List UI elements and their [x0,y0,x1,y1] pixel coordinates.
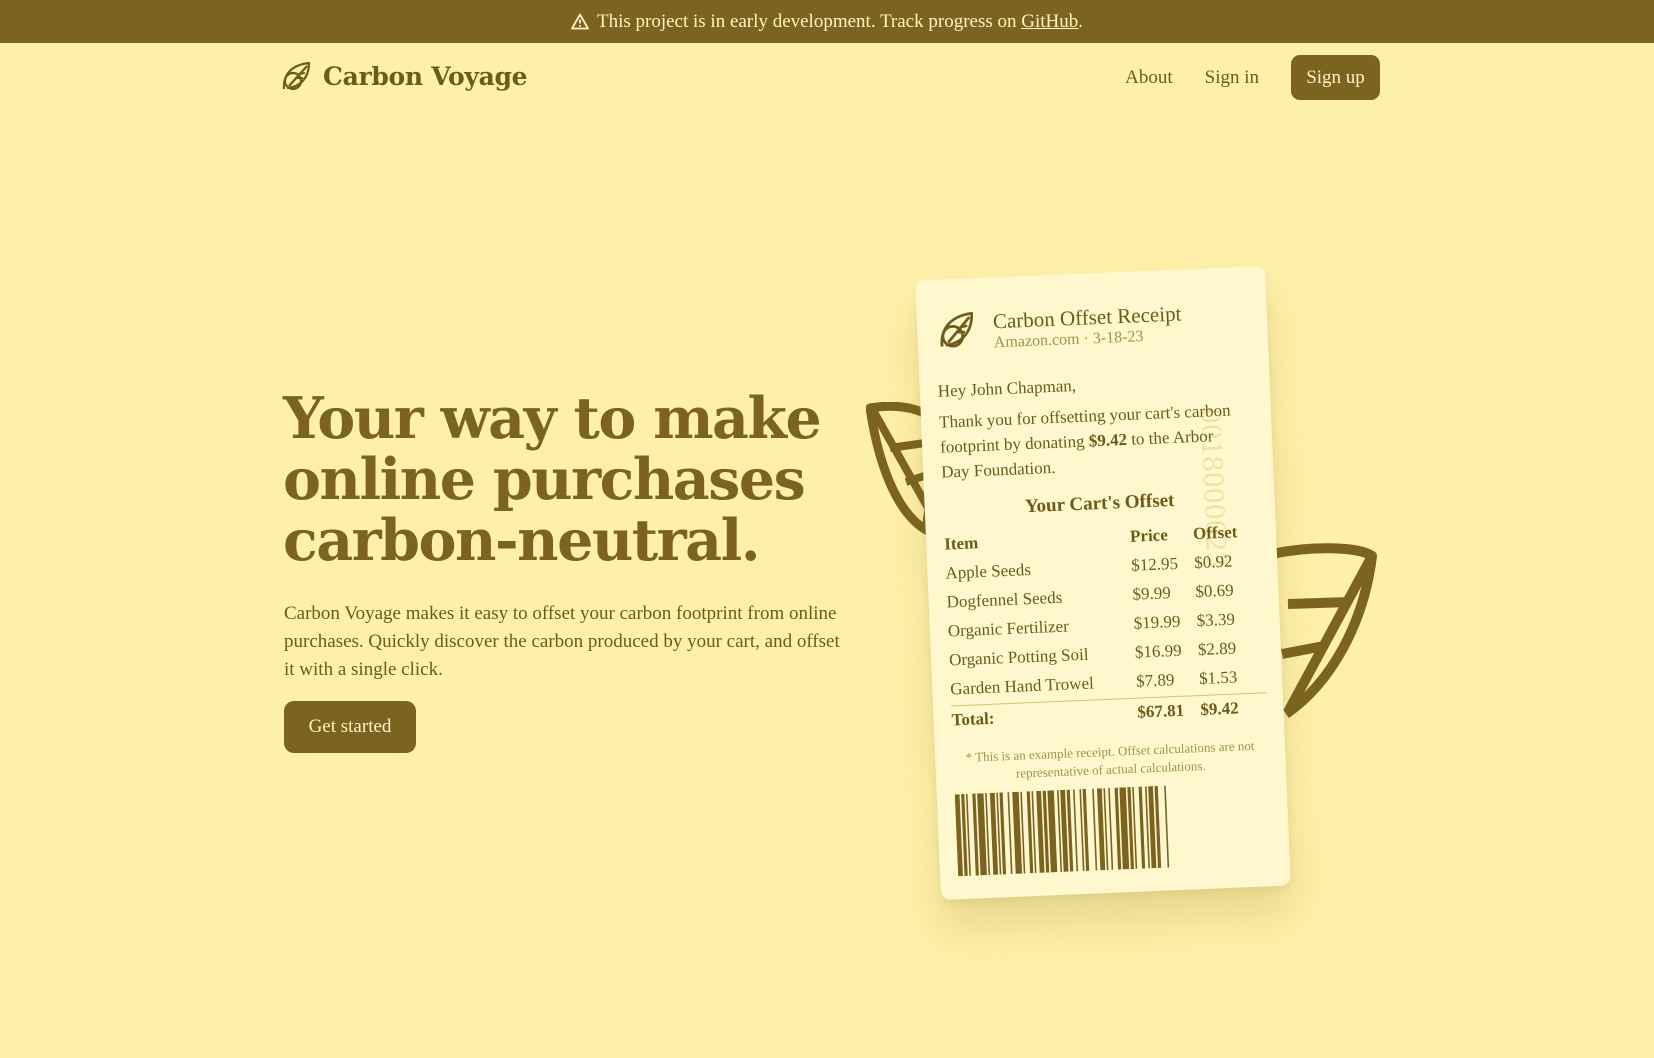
announcement-banner: This project is in early development. Tr… [0,0,1654,43]
brand-name: Carbon Voyage [323,61,528,91]
row-offset: $2.89 [1197,637,1237,659]
signup-button[interactable]: Sign up [1291,55,1380,100]
row-price: $16.99 [1134,640,1183,662]
total-offset: $9.42 [1199,698,1239,720]
receipt-disclaimer: * This is an example receipt. Offset cal… [965,737,1255,781]
site-header: Carbon Voyage About Sign in Sign up [0,43,1654,111]
receipt-card: 0018000023 Carbon Offset Receipt Amazon.… [915,265,1291,901]
receipt-header: Carbon Offset Receipt Amazon.com · 3-18-… [934,299,1182,354]
total-price: $67.81 [1137,700,1185,722]
receipt-donation-amount: $9.42 [1088,429,1128,451]
row-offset: $0.92 [1193,551,1233,572]
row-item: Organic Fertilizer [947,615,1070,641]
leaf-icon [282,61,311,91]
row-price: $12.95 [1130,553,1179,575]
get-started-button[interactable]: Get started [284,701,416,753]
banner-text: This project is in early development. Tr… [596,10,1017,32]
row-item: Organic Potting Soil [948,644,1089,670]
nav-about-link[interactable]: About [1125,67,1173,89]
row-item: Dogfennel Seeds [946,587,1063,612]
row-price: $9.99 [1132,582,1172,604]
warning-triangle-icon [571,13,589,30]
banner-suffix: . [1078,10,1083,32]
hero-description: Carbon Voyage makes it easy to offset yo… [284,603,840,680]
hero-title-line: carbon-neutral. [283,507,761,574]
column-header-item: Item [943,532,979,554]
row-price: $19.99 [1133,611,1181,633]
receipt: 0018000023 Carbon Offset Receipt Amazon.… [915,265,1291,901]
row-offset: $0.69 [1195,580,1235,601]
leaf-icon [940,311,974,348]
receipt-message: Thank you for offsetting your cart's car… [939,397,1242,484]
column-header-offset: Offset [1192,521,1238,543]
receipt-greeting: Hey John Chapman, [937,375,1077,401]
decorative-leaf-right-icon [1270,543,1377,719]
row-offset: $1.53 [1198,666,1238,688]
row-item: Apple Seeds [945,559,1032,583]
row-item: Garden Hand Trowel [949,672,1095,698]
hero-title: Your way to make online purchases carbon… [283,388,863,571]
nav-signin-link[interactable]: Sign in [1205,67,1259,89]
main-nav: About Sign in Sign up [1125,55,1380,100]
row-price: $7.89 [1135,669,1175,691]
github-link[interactable]: GitHub [1021,11,1078,33]
receipt-table: Item Price Offset Apple Seeds $12.95 $0.… [943,516,1268,735]
brand-logo[interactable]: Carbon Voyage [279,59,528,93]
total-label: Total: [951,708,995,730]
hero-title-line: online purchases [283,446,806,513]
hero-title-line: Your way to make [283,385,822,452]
column-header-price: Price [1129,524,1169,546]
row-offset: $3.39 [1196,609,1236,630]
barcode-icon [954,785,1170,877]
